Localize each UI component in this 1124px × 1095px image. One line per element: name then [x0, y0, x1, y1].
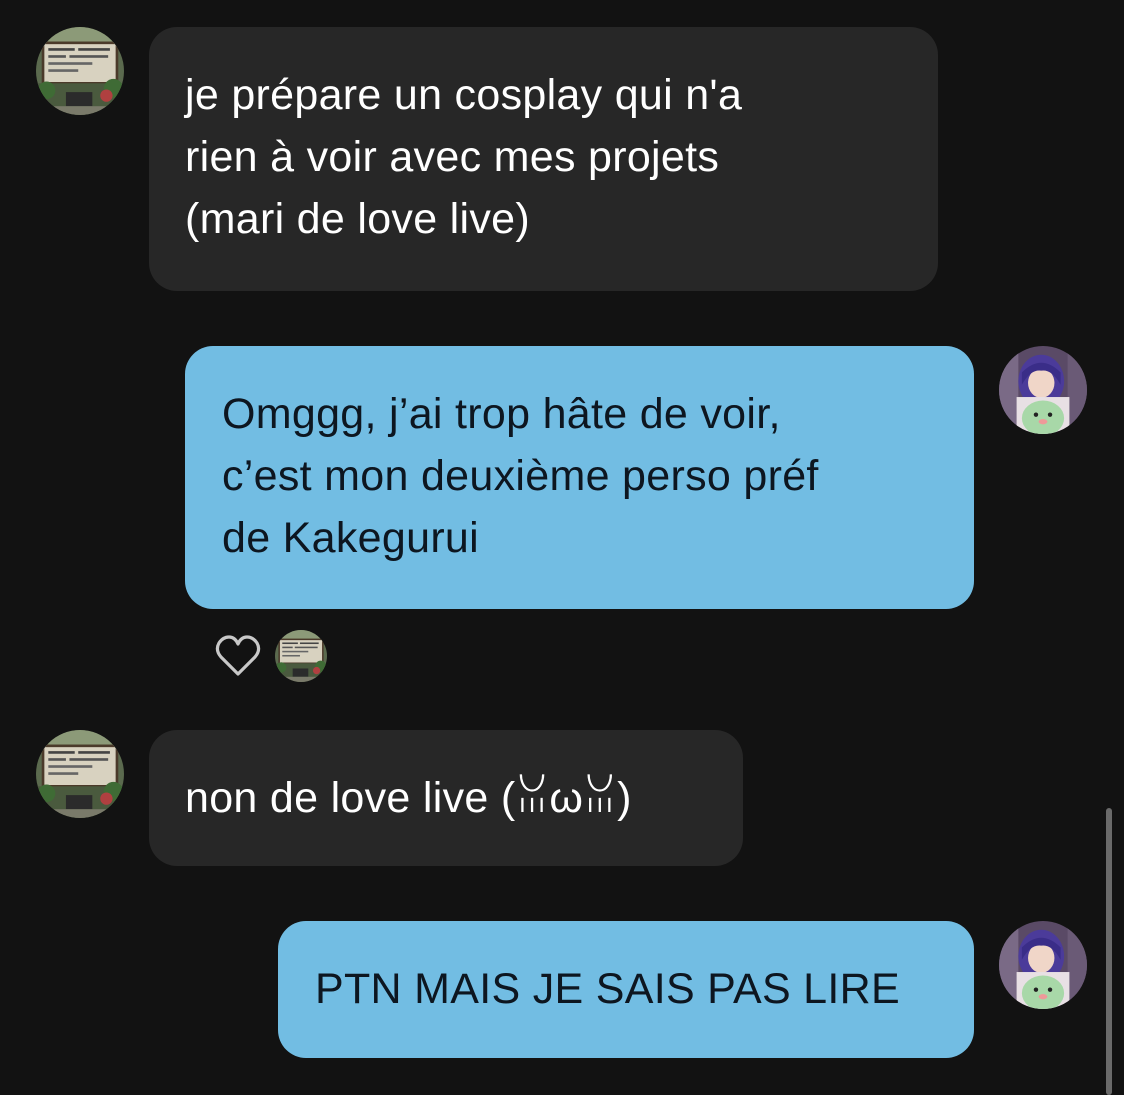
message-text: non de love live (ꈍωꈍ): [185, 774, 632, 822]
message-bubble-incoming[interactable]: je prépare un cosplay qui n'a rien à voi…: [149, 27, 938, 291]
sender-avatar[interactable]: [36, 730, 124, 818]
message-text: PTN MAIS JE SAIS PAS LIRE: [315, 965, 900, 1013]
chat-thread: je prépare un cosplay qui n'a rien à voi…: [0, 0, 1124, 1095]
heart-outline-icon[interactable]: [214, 634, 262, 678]
sender-avatar[interactable]: [36, 27, 124, 115]
message-bubble-incoming[interactable]: non de love live (ꈍωꈍ): [149, 730, 743, 866]
sign-board-avatar-icon: [36, 27, 124, 115]
message-bubble-outgoing[interactable]: Omggg, j’ai trop hâte de voir, c’est mon…: [185, 346, 974, 609]
purple-hair-person-avatar-icon: [999, 921, 1087, 1009]
reactor-avatar[interactable]: [275, 630, 327, 682]
purple-hair-person-avatar-icon: [999, 346, 1087, 434]
self-avatar[interactable]: [999, 346, 1087, 434]
self-avatar[interactable]: [999, 921, 1087, 1009]
sign-board-avatar-icon: [275, 630, 327, 682]
scrollbar-thumb[interactable]: [1106, 808, 1112, 1095]
sign-board-avatar-icon: [36, 730, 124, 818]
message-bubble-outgoing[interactable]: PTN MAIS JE SAIS PAS LIRE: [278, 921, 974, 1058]
message-text: je prépare un cosplay qui n'a rien à voi…: [185, 71, 743, 243]
message-text: Omggg, j’ai trop hâte de voir, c’est mon…: [222, 390, 819, 562]
